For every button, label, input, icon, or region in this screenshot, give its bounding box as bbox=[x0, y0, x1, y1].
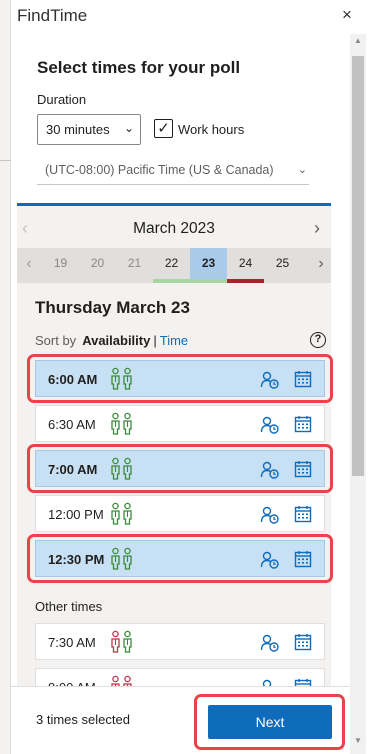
scroll-down-arrow-icon[interactable]: ▼ bbox=[350, 736, 366, 748]
person-available-icon bbox=[122, 502, 133, 531]
selected-date-heading: Thursday March 23 bbox=[35, 298, 190, 317]
attendee-schedule-icon[interactable] bbox=[260, 460, 280, 480]
findtime-pane: FindTime × ▲ ▼ Select times for your pol… bbox=[11, 0, 370, 754]
day-19[interactable]: 19 bbox=[42, 248, 79, 283]
day-23[interactable]: 23 bbox=[190, 248, 227, 283]
timezone-value: (UTC-08:00) Pacific Time (US & Canada) bbox=[45, 163, 274, 177]
availability-bar bbox=[264, 279, 301, 283]
day-number: 25 bbox=[275, 256, 290, 270]
day-number: 22 bbox=[164, 256, 179, 270]
scroll-up-arrow-icon[interactable]: ▲ bbox=[350, 36, 366, 48]
day-number: 23 bbox=[201, 256, 216, 270]
person-available-icon bbox=[122, 367, 133, 396]
slot-time: 6:00 AM bbox=[48, 372, 98, 387]
pane-scrollbar[interactable]: ▲ ▼ bbox=[350, 34, 366, 754]
background-window-strip bbox=[0, 0, 11, 754]
calendar-panel: ‹ March 2023 › ‹ › 19 20 21 22 23 24 25 Thursd… bbox=[17, 203, 333, 754]
timezone-dropdown[interactable]: (UTC-08:00) Pacific Time (US & Canada) ⌄ bbox=[37, 157, 309, 185]
help-icon[interactable]: ? bbox=[310, 332, 326, 348]
day-24[interactable]: 24 bbox=[227, 248, 264, 283]
calendar-icon[interactable] bbox=[294, 415, 312, 433]
availability-bar bbox=[190, 279, 227, 283]
attendee-schedule-icon[interactable] bbox=[260, 633, 280, 653]
availability-bar bbox=[79, 279, 116, 283]
sort-by-time[interactable]: Time bbox=[160, 333, 188, 348]
person-busy-icon bbox=[110, 630, 121, 659]
day-number: 21 bbox=[127, 256, 142, 270]
day-number: 24 bbox=[238, 256, 253, 270]
availability-bar bbox=[42, 279, 79, 283]
time-slot[interactable]: 12:00 PM bbox=[35, 495, 325, 532]
app-title: FindTime bbox=[17, 6, 88, 25]
person-available-icon bbox=[122, 457, 133, 486]
person-available-icon bbox=[122, 547, 133, 576]
time-slot[interactable]: 6:30 AM bbox=[35, 405, 325, 442]
time-slot[interactable]: 12:30 PM bbox=[35, 540, 325, 577]
availability-bar bbox=[153, 279, 190, 283]
person-available-icon bbox=[122, 630, 133, 659]
attendee-schedule-icon[interactable] bbox=[260, 550, 280, 570]
slot-time: 7:30 AM bbox=[48, 635, 96, 650]
close-button[interactable]: × bbox=[338, 6, 356, 24]
person-available-icon bbox=[122, 412, 133, 441]
day-21[interactable]: 21 bbox=[116, 248, 153, 283]
person-available-icon bbox=[110, 367, 121, 396]
next-week-button[interactable]: › bbox=[312, 255, 330, 273]
day-22[interactable]: 22 bbox=[153, 248, 190, 283]
person-available-icon bbox=[110, 502, 121, 531]
calendar-icon[interactable] bbox=[294, 550, 312, 568]
attendee-schedule-icon[interactable] bbox=[260, 505, 280, 525]
duration-value: 30 minutes bbox=[46, 122, 110, 137]
duration-label: Duration bbox=[37, 92, 87, 107]
footer-bar: 3 times selected Next bbox=[11, 686, 350, 754]
person-available-icon bbox=[110, 457, 121, 486]
day-20[interactable]: 20 bbox=[79, 248, 116, 283]
attendee-schedule-icon[interactable] bbox=[260, 370, 280, 390]
availability-bar bbox=[227, 279, 264, 283]
calendar-icon[interactable] bbox=[294, 460, 312, 478]
calendar-icon[interactable] bbox=[294, 505, 312, 523]
other-times-label: Other times bbox=[35, 599, 103, 614]
next-button[interactable]: Next bbox=[208, 705, 332, 739]
work-hours-checkbox[interactable]: ✓ bbox=[154, 119, 173, 138]
calendar-icon[interactable] bbox=[294, 633, 312, 651]
calendar-icon[interactable] bbox=[294, 370, 312, 388]
month-label: March 2023 bbox=[133, 220, 215, 237]
day-number: 19 bbox=[53, 256, 68, 270]
time-slot[interactable]: 6:00 AM bbox=[35, 360, 325, 397]
slot-time: 12:30 PM bbox=[48, 552, 105, 567]
title-bar: FindTime × bbox=[11, 0, 370, 34]
attendee-schedule-icon[interactable] bbox=[260, 415, 280, 435]
availability-bar bbox=[116, 279, 153, 283]
selected-count: 3 times selected bbox=[36, 712, 130, 727]
time-slot[interactable]: 7:30 AM bbox=[35, 623, 325, 660]
person-available-icon bbox=[110, 412, 121, 441]
work-hours-label[interactable]: Work hours bbox=[178, 122, 244, 137]
time-slot[interactable]: 7:00 AM bbox=[35, 450, 325, 487]
chevron-down-icon: ⌄ bbox=[297, 164, 307, 176]
chevron-down-icon: ⌄ bbox=[123, 121, 134, 135]
next-month-button[interactable]: › bbox=[314, 218, 320, 239]
background-divider bbox=[0, 160, 11, 161]
slot-time: 7:00 AM bbox=[48, 462, 98, 477]
scroll-thumb[interactable] bbox=[352, 56, 364, 476]
sort-controls: Sort by Availability | Time bbox=[35, 333, 188, 348]
day-number: 20 bbox=[90, 256, 105, 270]
sort-by-availability[interactable]: Availability bbox=[82, 333, 150, 348]
sort-separator: | bbox=[153, 333, 157, 348]
slot-time: 12:00 PM bbox=[48, 507, 104, 522]
poll-title: Select times for your poll bbox=[37, 58, 241, 77]
duration-dropdown[interactable]: 30 minutes ⌄ bbox=[37, 114, 141, 145]
day-25[interactable]: 25 bbox=[264, 248, 301, 283]
day-strip: ‹ › 19 20 21 22 23 24 25 bbox=[17, 248, 331, 283]
previous-week-button[interactable]: ‹ bbox=[19, 255, 39, 273]
person-available-icon bbox=[110, 547, 121, 576]
slot-time: 6:30 AM bbox=[48, 417, 96, 432]
sort-label: Sort by bbox=[35, 333, 77, 348]
